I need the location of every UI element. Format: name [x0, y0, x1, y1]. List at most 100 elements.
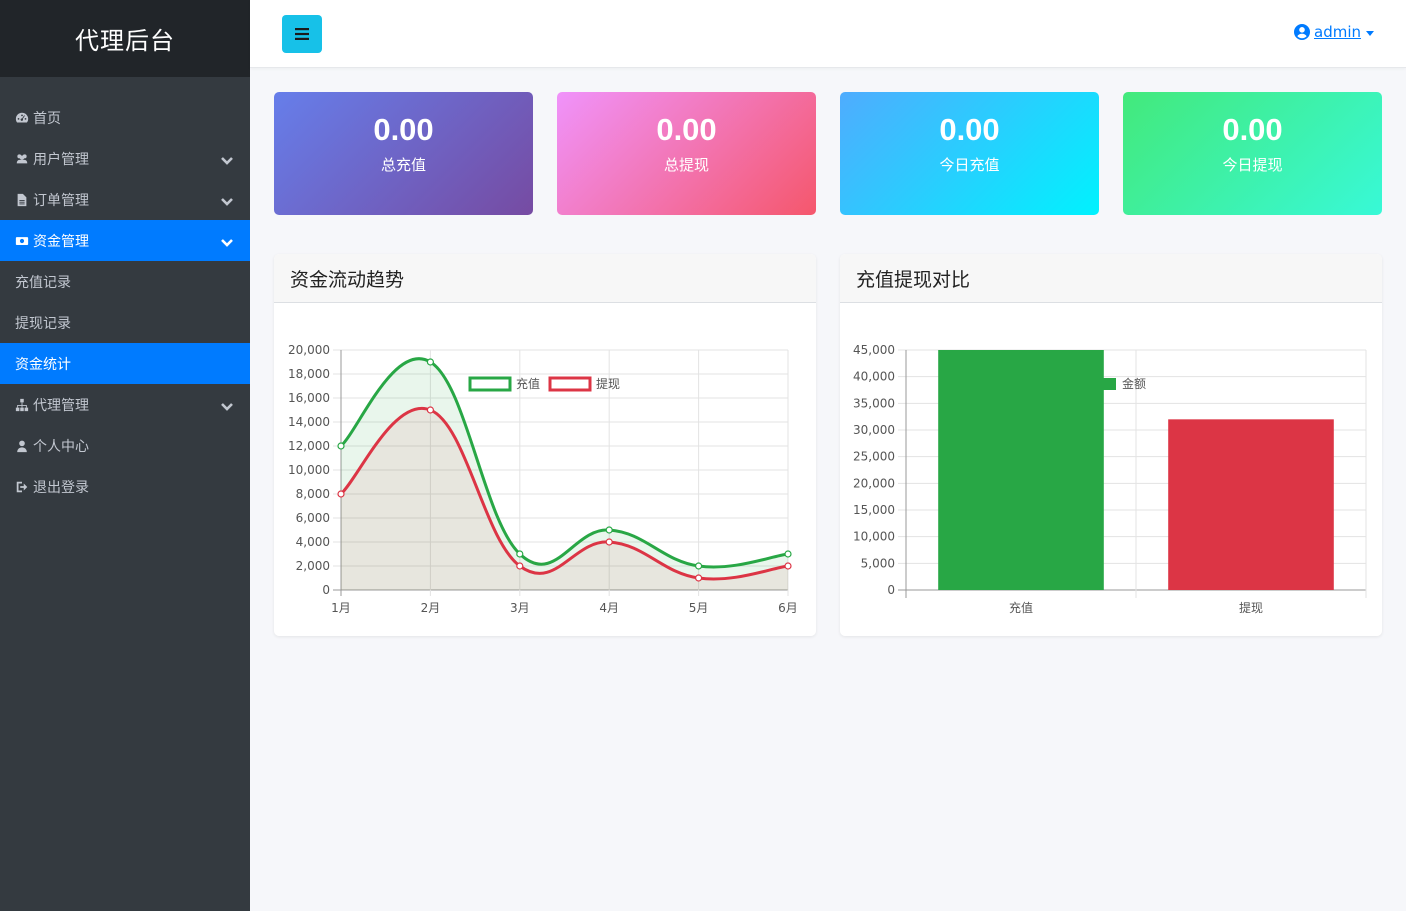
- stat-value: 0.00: [939, 112, 1000, 147]
- x-tick-label: 3月: [510, 601, 530, 615]
- card-title: 资金流动趋势: [274, 254, 816, 303]
- sidebar-subitem-recharge-records[interactable]: 充值记录: [0, 261, 250, 302]
- legend-swatch: [548, 376, 592, 392]
- data-point: [426, 358, 434, 366]
- sidebar-item-home[interactable]: 首页: [0, 97, 250, 138]
- caret-down-icon: [1366, 30, 1374, 36]
- y-tick-label: 14,000: [288, 415, 330, 429]
- sidebar-subitem-fund-statistics[interactable]: 资金统计: [0, 343, 250, 384]
- sidebar-subitem-withdraw-records[interactable]: 提现记录: [0, 302, 250, 343]
- stat-value: 0.00: [656, 112, 717, 147]
- data-point: [605, 538, 613, 546]
- x-tick-label: 4月: [599, 601, 619, 615]
- stat-label: 今日充值: [939, 156, 1000, 174]
- card-title: 充值提现对比: [840, 254, 1382, 303]
- legend-label: 金额: [1122, 376, 1146, 391]
- data-point: [784, 562, 792, 570]
- y-tick-label: 18,000: [288, 367, 330, 381]
- y-tick-label: 40,000: [853, 370, 895, 384]
- data-point: [695, 562, 703, 570]
- stat-card-total-withdraw: 0.00 总提现: [557, 92, 816, 215]
- data-point: [516, 550, 524, 558]
- sidebar-item-users[interactable]: 用户管理: [0, 138, 250, 179]
- user-circle-icon: [1294, 24, 1310, 40]
- sidebar-item-orders[interactable]: 订单管理: [0, 179, 250, 220]
- chevron-down-icon: [220, 236, 234, 247]
- user-menu-dropdown[interactable]: admin: [1294, 23, 1374, 41]
- money-icon: [15, 234, 33, 248]
- y-tick-label: 12,000: [288, 439, 330, 453]
- sidebar-item-label: 资金统计: [15, 356, 71, 373]
- y-tick-label: 30,000: [853, 423, 895, 437]
- x-tick-label: 6月: [778, 601, 798, 615]
- legend-label: 提现: [596, 376, 620, 391]
- y-tick-label: 10,000: [288, 463, 330, 477]
- chevron-down-icon: [220, 154, 234, 165]
- stat-value: 0.00: [1222, 112, 1283, 147]
- y-tick-label: 35,000: [853, 396, 895, 410]
- brand-title: 代理后台: [0, 0, 250, 77]
- fund-trend-card: 资金流动趋势 0 2,000 4,000 6,000 8,000 10,000 12,000…: [274, 254, 816, 636]
- sidebar-item-label: 退出登录: [33, 479, 89, 496]
- compare-bar-chart: 0 5,000 10,000 15,000 20,000 25,000 30,000 35,0…: [853, 343, 1367, 615]
- sidebar-item-profile[interactable]: 个人中心: [0, 425, 250, 466]
- data-point: [426, 406, 434, 414]
- sidebar-toggle-button[interactable]: [282, 15, 322, 53]
- data-point: [695, 574, 703, 582]
- sidebar-item-label: 订单管理: [33, 192, 89, 209]
- y-tick-label: 0: [322, 583, 330, 597]
- y-tick-label: 25,000: [853, 450, 895, 464]
- chevron-down-icon: [220, 400, 234, 411]
- x-tick-label: 充值: [1009, 600, 1033, 615]
- stat-label: 今日提现: [1222, 156, 1283, 174]
- sitemap-icon: [15, 398, 33, 412]
- x-tick-label: 提现: [1239, 600, 1263, 615]
- y-tick-label: 5,000: [861, 556, 895, 570]
- sidebar-item-label: 个人中心: [33, 438, 89, 455]
- y-tick-label: 6,000: [296, 511, 330, 525]
- x-tick-label: 2月: [421, 601, 441, 615]
- x-tick-label: 1月: [331, 601, 351, 615]
- sidebar: 代理后台 首页 用户管理 订单管理 资金管理 充值记录 提现记录 资金统计 代理…: [0, 0, 250, 911]
- sidebar-item-label: 首页: [33, 110, 61, 127]
- fund-trend-line-chart: 0 2,000 4,000 6,000 8,000 10,000 12,000 14,000 1…: [288, 343, 798, 615]
- sidebar-item-label: 资金管理: [33, 233, 89, 250]
- y-tick-label: 2,000: [296, 559, 330, 573]
- stat-card-today-withdraw: 0.00 今日提现: [1123, 92, 1382, 215]
- x-tick-label: 5月: [689, 601, 709, 615]
- sign-out-icon: [15, 480, 33, 494]
- y-tick-label: 8,000: [296, 487, 330, 501]
- users-icon: [15, 152, 33, 166]
- chevron-down-icon: [220, 195, 234, 206]
- fund-trend-chart-body: 0 2,000 4,000 6,000 8,000 10,000 12,000 14,000 1…: [274, 303, 816, 635]
- stat-card-today-recharge: 0.00 今日充值: [840, 92, 1099, 215]
- sidebar-item-logout[interactable]: 退出登录: [0, 466, 250, 507]
- stat-label: 总提现: [663, 156, 709, 174]
- legend-swatch: [468, 376, 512, 392]
- user-icon: [15, 439, 33, 453]
- file-icon: [15, 193, 33, 207]
- compare-chart-body: 0 5,000 10,000 15,000 20,000 25,000 30,000 35,0…: [840, 303, 1382, 635]
- sidebar-item-label: 用户管理: [33, 151, 89, 168]
- data-point: [784, 550, 792, 558]
- data-point: [605, 526, 613, 534]
- y-tick-label: 0: [887, 583, 895, 597]
- y-tick-label: 20,000: [288, 343, 330, 357]
- data-point: [516, 562, 524, 570]
- stat-value: 0.00: [373, 112, 434, 147]
- legend-label: 充值: [516, 376, 540, 391]
- sidebar-item-label: 提现记录: [15, 315, 71, 332]
- y-tick-label: 4,000: [296, 535, 330, 549]
- data-point: [337, 442, 345, 450]
- sidebar-item-agents[interactable]: 代理管理: [0, 384, 250, 425]
- sidebar-item-label: 代理管理: [33, 397, 89, 414]
- dashboard-icon: [15, 111, 33, 125]
- sidebar-item-funds[interactable]: 资金管理: [0, 220, 250, 261]
- stat-label: 总充值: [380, 156, 426, 174]
- data-point: [337, 490, 345, 498]
- y-tick-label: 15,000: [853, 503, 895, 517]
- username-label: admin: [1314, 23, 1361, 41]
- recharge-withdraw-compare-card: 充值提现对比 0 5,000 10,000 15,000 20,000 25,000 30,…: [840, 254, 1382, 636]
- topbar: admin: [250, 0, 1406, 68]
- bar: [1168, 419, 1334, 590]
